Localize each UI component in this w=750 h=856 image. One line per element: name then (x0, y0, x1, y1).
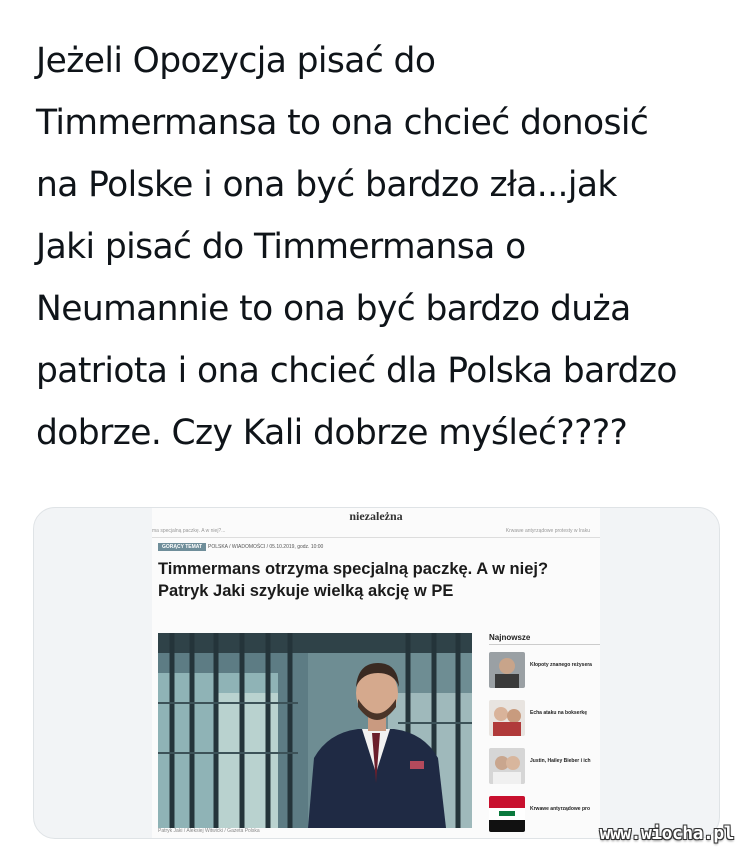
watermark-logo: www.wiocha.pl (599, 823, 735, 844)
article-meta: POLSKA / WIADOMOŚCI / 05.10.2019, godz. … (208, 544, 324, 550)
news-thumbnail (489, 700, 525, 736)
tweet-media-card[interactable]: niezależna ma specjalną paczkę. A w niej… (33, 507, 720, 839)
article-photo (158, 633, 472, 828)
article-headline: Timmermans otrzyma specjalną paczkę. A w… (158, 558, 598, 602)
news-title: Justin, Hailey Bieber i ich (530, 758, 591, 764)
tweet-line: na Polske i ona być bardzo zła...jak (36, 165, 617, 205)
sidebar-news-item: Kłopoty znanego reżysera (489, 652, 600, 690)
site-masthead: niezależna (349, 509, 403, 523)
sidebar-title: Najnowsze (489, 633, 531, 642)
hot-topic-badge: GORĄCY TEMAT (158, 543, 207, 551)
sub-headline-right: Krwawe antyrządowe protesty w Iraku (505, 528, 590, 534)
sidebar-news-item: Justin, Hailey Bieber i ich (489, 748, 600, 786)
flag-thumbnail (489, 796, 525, 832)
tweet-line: Neumannie to ona być bardzo duża (36, 289, 631, 329)
tweet-line: patriota i ona chcieć dla Polska bardzo (36, 351, 678, 391)
sidebar-news-item: Krwawe antyrządowe pro (489, 796, 600, 834)
tweet-line: Jaki pisać do Timmermansa o (36, 227, 526, 267)
tweet-line: Timmermansa to ona chcieć donosić (36, 103, 649, 143)
sidebar-news-item: Echa ataku na bokserkę (489, 700, 600, 738)
news-thumbnail (489, 652, 525, 688)
headline-line: Patryk Jaki szykuje wielką akcję w PE (158, 582, 454, 600)
tweet-line: Jeżeli Opozycja pisać do (36, 41, 436, 81)
divider (489, 644, 600, 645)
headline-line: Timmermans otrzyma specjalną paczkę. A w… (158, 560, 549, 578)
tweet-text: Jeżeli Opozycja pisać do Timmermansa to … (36, 30, 726, 464)
news-title: Echa ataku na bokserkę (530, 710, 587, 716)
divider (152, 537, 600, 538)
news-thumbnail (489, 748, 525, 784)
article-screenshot: niezależna ma specjalną paczkę. A w niej… (152, 508, 600, 838)
news-title: Kłopoty znanego reżysera (530, 662, 592, 668)
news-title: Krwawe antyrządowe pro (530, 806, 591, 812)
tweet-line: dobrze. Czy Kali dobrze myśleć???? (36, 413, 628, 453)
sub-headline-left: ma specjalną paczkę. A w niej?... (152, 528, 226, 534)
photo-caption: Patryk Jaki / Aleksiej Witwicki / Gazeta… (158, 828, 260, 834)
